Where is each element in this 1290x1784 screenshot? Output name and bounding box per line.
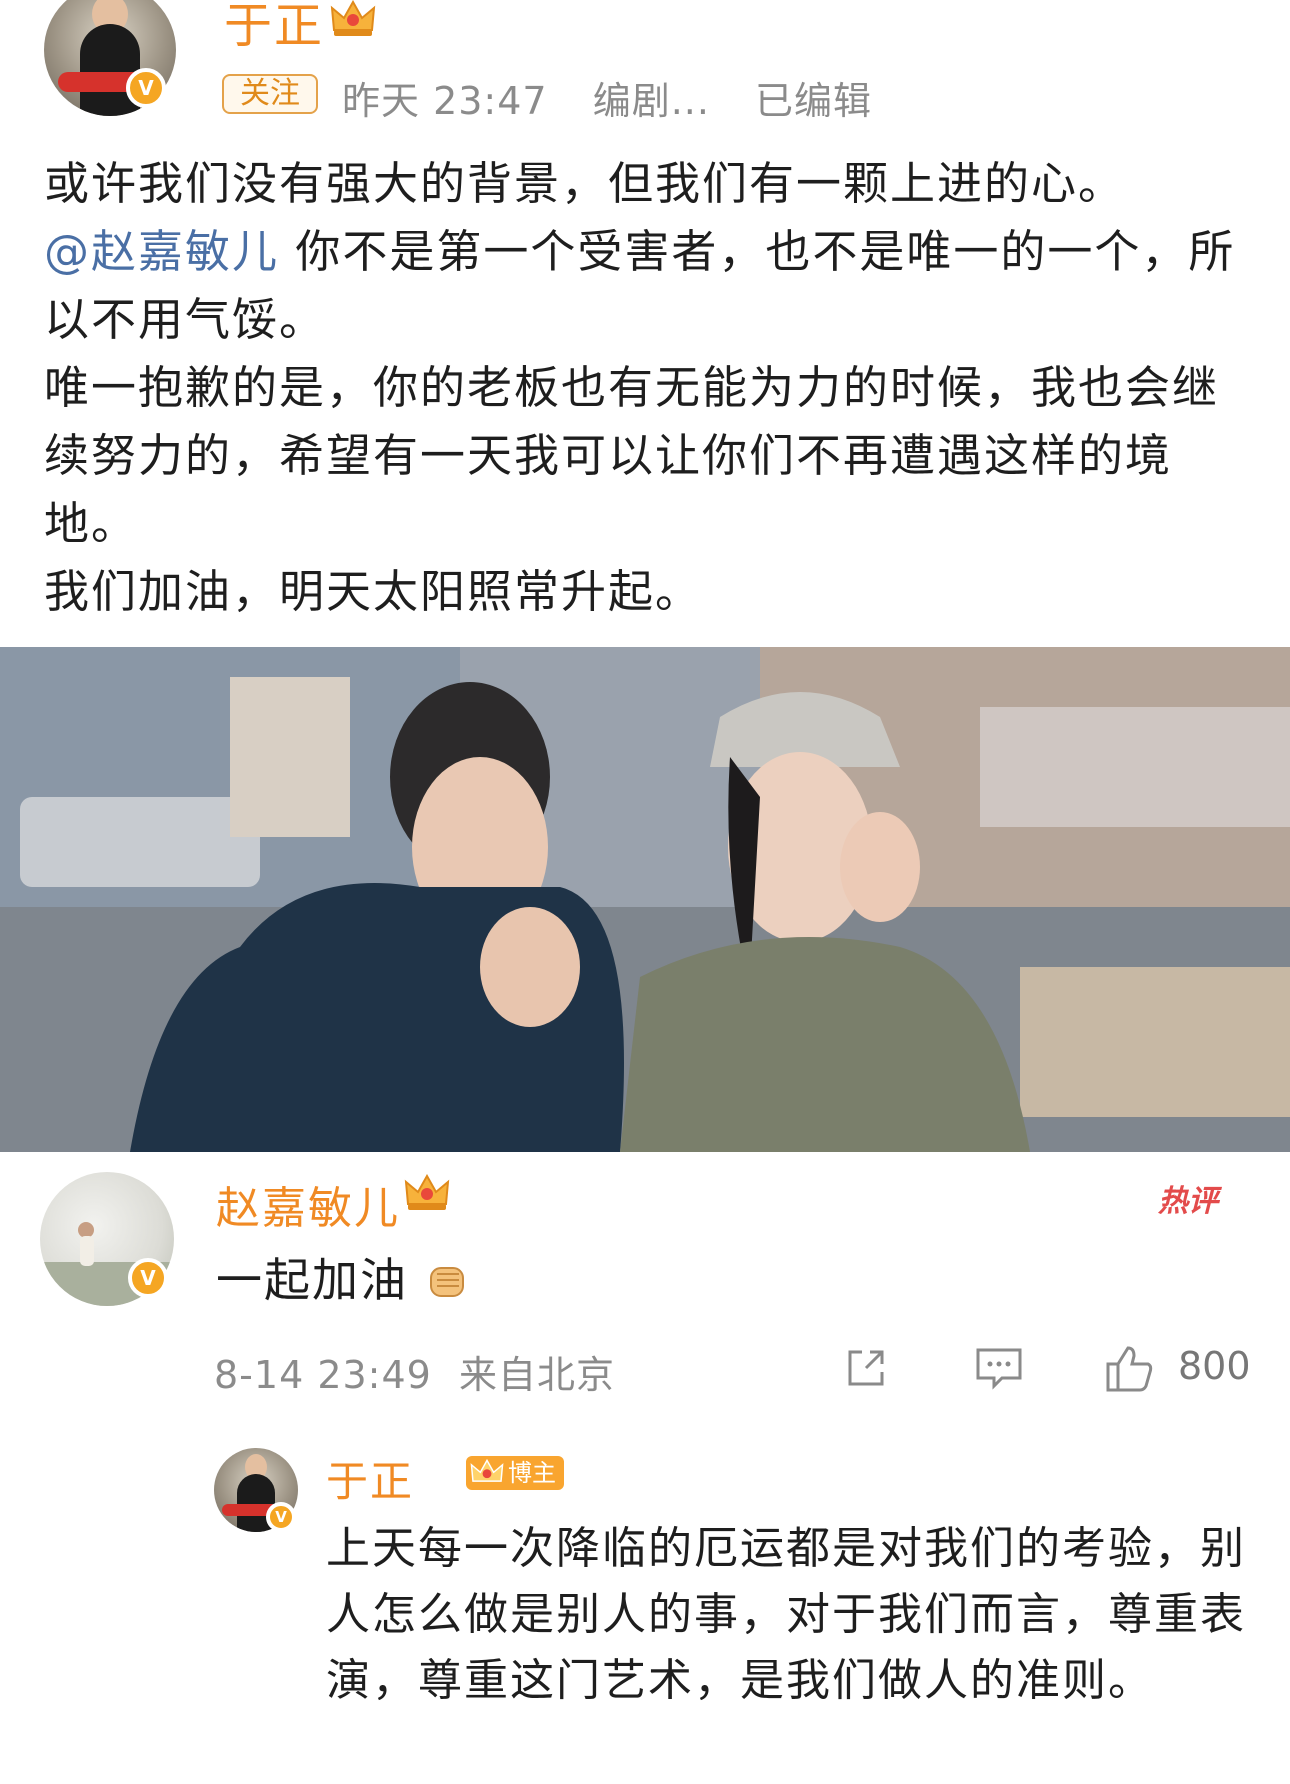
crown-icon	[470, 1458, 504, 1482]
comment-timestamp: 8-14 23:49	[214, 1353, 432, 1397]
post-paragraph: 我们加油，明天太阳照常升起。	[44, 565, 703, 618]
reply-text: 上天每一次降临的厄运都是对我们的考验，别人怎么做是别人的事，对于我们而言，尊重表…	[326, 1523, 1246, 1706]
post-photo[interactable]	[0, 647, 1290, 1152]
comment-text: 一起加油	[216, 1244, 469, 1310]
verified-icon: V	[128, 1258, 168, 1298]
author-badge: 博主	[466, 1456, 564, 1490]
commenter-name[interactable]: 赵嘉敏儿	[216, 1172, 400, 1236]
post-paragraph: @赵嘉敏儿 你不是第一个受害者，也不是唯一的一个，所以不用气馁。	[44, 218, 1254, 354]
crown-icon	[330, 0, 376, 36]
post-paragraph: 唯一抱歉的是，你的老板也有无能为力的时候，我也会继续努力的，希望有一天我可以让你…	[44, 361, 1220, 550]
post-body: 或许我们没有强大的背景，但我们有一颗上进的心。 @赵嘉敏儿 你不是第一个受害者，…	[44, 150, 1254, 626]
thumbs-up-icon[interactable]	[1104, 1344, 1156, 1394]
follow-button[interactable]: 关注	[222, 74, 318, 114]
like-count: 800	[1178, 1344, 1251, 1388]
post-author-name[interactable]: 于正	[224, 0, 324, 56]
author-badge-label: 博主	[508, 1459, 556, 1487]
share-icon[interactable]	[842, 1344, 890, 1392]
comment-meta: 8-14 23:49 来自北京	[214, 1344, 615, 1399]
fist-emoji-icon	[429, 1267, 464, 1297]
post-meta: 昨天 23:47 编剧... 已编辑	[342, 70, 904, 125]
post-role[interactable]: 编剧...	[593, 79, 710, 123]
verified-icon: V	[266, 1502, 296, 1532]
comment-icon[interactable]	[974, 1344, 1024, 1392]
post-time: 昨天 23:47	[342, 79, 548, 123]
comment-text-body: 一起加油	[216, 1253, 408, 1307]
verified-icon: V	[126, 68, 166, 108]
mention-link[interactable]: @赵嘉敏儿	[44, 225, 279, 278]
crown-icon	[404, 1174, 450, 1210]
hot-comment-badge: 热评	[1158, 1184, 1218, 1219]
comment-location: 来自北京	[458, 1353, 615, 1397]
post-paragraph: 或许我们没有强大的背景，但我们有一颗上进的心。	[44, 157, 1126, 210]
post-edited[interactable]: 已编辑	[755, 79, 872, 123]
reply-author-name[interactable]: 于正	[326, 1448, 414, 1509]
